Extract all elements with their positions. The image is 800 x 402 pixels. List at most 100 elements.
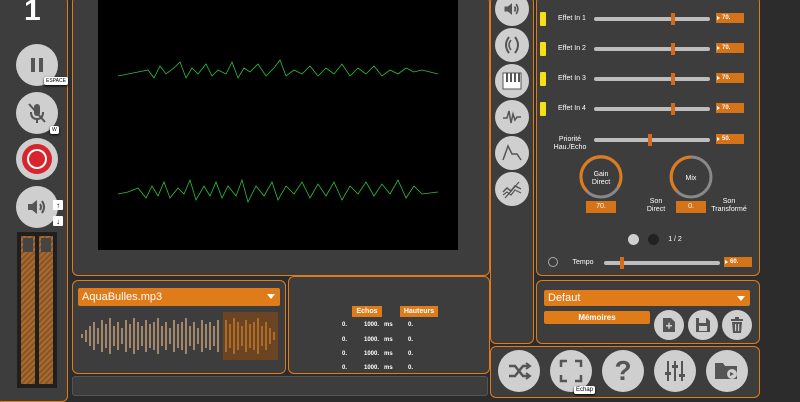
effect-3-slider[interactable]: [594, 73, 710, 85]
row-3-val[interactable]: 1000.: [364, 351, 379, 357]
tempo-label: Tempo: [572, 259, 594, 266]
oscilloscope: [98, 0, 458, 250]
effect-3-thumb[interactable]: [671, 73, 675, 85]
effect-3-label: Effet In 3: [558, 75, 586, 82]
row-1-num: 0.: [342, 322, 348, 328]
adsr-icon: [502, 144, 522, 161]
new-file-icon: [663, 318, 675, 332]
effect-3-indicator: [540, 72, 546, 86]
mixer-settings-button[interactable]: [654, 350, 696, 392]
envelope-wave-icon: [503, 110, 521, 124]
file-select-value: AquaBulles.mp3: [82, 291, 163, 303]
sliders-icon: [665, 361, 685, 381]
open-folder-button[interactable]: [706, 350, 748, 392]
status-bar: [72, 376, 488, 396]
effect-4-value[interactable]: 70.: [716, 103, 744, 113]
mix-value[interactable]: 0.: [676, 201, 706, 213]
pause-shortcut-hint: ESPACE: [44, 77, 68, 85]
meter-left-cap: [23, 238, 33, 252]
effect-1-indicator: [540, 12, 546, 26]
row-2-height[interactable]: 0.: [408, 337, 413, 343]
delete-memory-button[interactable]: [722, 310, 752, 340]
audio-waveform: [78, 312, 278, 360]
effect-4-thumb[interactable]: [671, 103, 675, 115]
waveform-bottom: [117, 178, 439, 204]
priority-slider[interactable]: [594, 134, 710, 146]
preset-select-value: Defaut: [548, 292, 581, 304]
volume-down-arrow[interactable]: ↓: [53, 216, 63, 226]
mix-label: Mix: [685, 175, 697, 182]
row-1-val[interactable]: 1000.: [364, 322, 379, 328]
meter-right-cap: [41, 238, 51, 252]
speaker-icon: [504, 3, 519, 15]
record-icon: [22, 144, 52, 174]
spectrum-icon: [502, 181, 522, 199]
effect-1-label: Effet In 1: [558, 15, 586, 22]
shuffle-button[interactable]: [498, 350, 540, 392]
row-1-height[interactable]: 0.: [408, 322, 413, 328]
effect-2-label: Effet In 2: [558, 45, 586, 52]
effect-2-thumb[interactable]: [671, 43, 675, 55]
tempo-thumb[interactable]: [620, 257, 624, 269]
row-3-num: 0.: [342, 351, 348, 357]
fx-envelope-button[interactable]: [495, 100, 529, 134]
priority-thumb[interactable]: [648, 134, 652, 146]
gain-direct-value[interactable]: 70.: [586, 201, 616, 213]
effect-4-slider[interactable]: [594, 103, 710, 115]
meter-left-channel: [21, 236, 35, 384]
speaker-icon: [28, 200, 45, 214]
new-memory-button[interactable]: [654, 310, 684, 340]
question-icon: ?: [614, 355, 632, 386]
fx-echo-button[interactable]: [495, 28, 529, 62]
row-2-unit: ms: [384, 337, 393, 343]
tempo-toggle[interactable]: [548, 257, 558, 267]
son-transforme-label: Son Transformé: [711, 198, 747, 213]
priority-label: Priorité Hau./Echo: [553, 136, 587, 151]
file-select[interactable]: AquaBulles.mp3: [78, 288, 280, 306]
row-2-val[interactable]: 1000.: [364, 337, 379, 343]
preset-select[interactable]: Defaut: [544, 290, 750, 306]
help-button[interactable]: ?: [602, 350, 644, 392]
echo-icon: [505, 36, 519, 54]
save-memory-button[interactable]: [688, 310, 718, 340]
effect-4-indicator: [540, 102, 546, 116]
row-4-height[interactable]: 0.: [408, 365, 413, 371]
volume-button[interactable]: [16, 186, 58, 228]
row-4-num: 0.: [342, 365, 348, 371]
effect-3-value[interactable]: 70.: [716, 73, 744, 83]
volume-up-arrow[interactable]: ↑: [53, 200, 63, 210]
level-meter: [17, 232, 57, 388]
page-dot-1[interactable]: [628, 234, 639, 245]
effect-2-slider[interactable]: [594, 43, 710, 55]
tempo-value[interactable]: 60.: [724, 257, 752, 267]
heights-header: Hauteurs: [400, 306, 438, 317]
row-2-num: 0.: [342, 337, 348, 343]
row-4-val[interactable]: 1000.: [364, 365, 379, 371]
meter-right-channel: [39, 236, 53, 384]
page-dot-2[interactable]: [648, 234, 659, 245]
fx-adsr-button[interactable]: [495, 136, 529, 170]
effect-1-thumb[interactable]: [671, 13, 675, 25]
folder-icon: [715, 363, 737, 379]
waveform-top: [117, 59, 439, 79]
shuffle-icon: [509, 362, 532, 380]
effect-1-slider[interactable]: [594, 13, 710, 25]
fx-spectrum-button[interactable]: [495, 172, 529, 206]
effect-4-label: Effet In 4: [558, 105, 586, 112]
chevron-down-icon: [267, 294, 275, 299]
row-3-height[interactable]: 0.: [408, 351, 413, 357]
audio-waveform-graphic: [81, 312, 278, 360]
record-button[interactable]: [16, 138, 58, 180]
trash-icon: [731, 317, 743, 333]
fullscreen-shortcut-hint: Echap: [574, 386, 596, 394]
priority-value[interactable]: 50.: [716, 134, 744, 144]
fx-piano-button[interactable]: [495, 64, 529, 98]
echos-header: Echos: [352, 306, 382, 317]
effect-2-value[interactable]: 70.: [716, 43, 744, 53]
tempo-slider[interactable]: [604, 257, 720, 269]
fullscreen-icon: [559, 359, 583, 383]
effect-1-value[interactable]: 70.: [716, 13, 744, 23]
memoires-button[interactable]: Mémoires: [544, 311, 650, 324]
chevron-down-icon: [737, 296, 745, 301]
piano-icon: [502, 72, 522, 90]
